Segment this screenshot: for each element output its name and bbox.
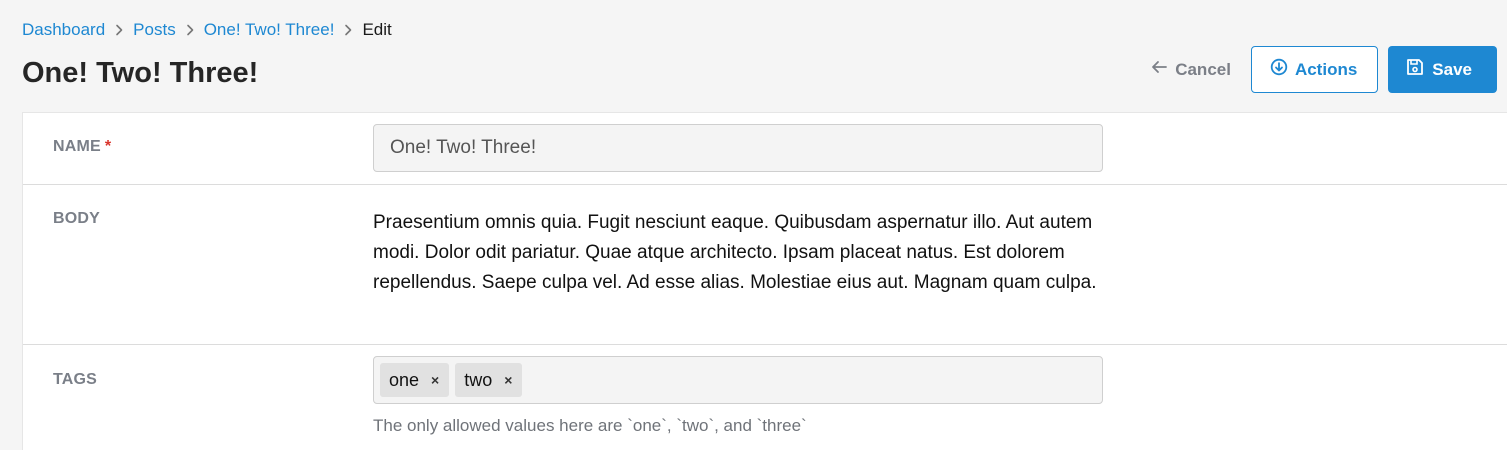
save-button[interactable]: Save xyxy=(1388,46,1497,93)
body-label: BODY xyxy=(53,210,101,227)
chevron-right-icon xyxy=(185,19,195,41)
remove-tag-icon[interactable]: × xyxy=(504,373,512,387)
tags-input[interactable]: one × two × xyxy=(373,356,1103,404)
save-button-label: Save xyxy=(1432,59,1472,79)
name-input[interactable] xyxy=(373,124,1103,172)
header-actions: Cancel Actions Save xyxy=(1142,46,1497,93)
edit-post-page: Dashboard Posts One! Two! Three! Edit On… xyxy=(0,0,1507,450)
form-row-tags: TAGS one × two × The only allowed values… xyxy=(23,345,1507,450)
form-row-name: NAME * xyxy=(23,113,1507,185)
arrow-left-icon xyxy=(1150,59,1168,80)
chevron-right-icon xyxy=(114,19,124,41)
tag-chip-label: one xyxy=(389,369,420,390)
tags-help-text: The only allowed values here are `one`, … xyxy=(373,416,807,435)
actions-button-label: Actions xyxy=(1294,59,1358,79)
actions-button[interactable]: Actions xyxy=(1250,46,1379,93)
tag-chip: one × xyxy=(380,363,450,397)
post-form: NAME* BODY Praesentium omnis quia. Fugit… xyxy=(22,112,1507,450)
body-textarea[interactable]: Praesentium omnis quia. Fugit nesciunt e… xyxy=(373,208,1103,298)
floppy-disk-icon xyxy=(1406,58,1424,81)
chevron-right-icon xyxy=(343,19,353,41)
form-row-body: BODY Praesentium omnis quia. Fugit nesci… xyxy=(23,185,1507,345)
circle-arrow-down-icon xyxy=(1270,58,1288,81)
breadcrumb-dashboard-link[interactable]: Dashboard xyxy=(22,19,105,41)
tag-chip-label: two xyxy=(464,369,493,390)
breadcrumb-current: Edit xyxy=(362,20,392,39)
cancel-button[interactable]: Cancel xyxy=(1142,47,1251,93)
name-label-text: NAME xyxy=(53,138,101,155)
remove-tag-icon[interactable]: × xyxy=(431,373,439,387)
page-title: One! Two! Three! xyxy=(22,57,259,89)
cancel-button-label: Cancel xyxy=(1175,59,1231,79)
breadcrumb: Dashboard Posts One! Two! Three! Edit xyxy=(22,19,392,41)
breadcrumb-post-link[interactable]: One! Two! Three! xyxy=(204,19,335,41)
required-marker: * xyxy=(104,138,112,155)
name-label: NAME * xyxy=(53,138,111,156)
tag-chip: two × xyxy=(455,363,523,397)
breadcrumb-posts-link[interactable]: Posts xyxy=(133,19,176,41)
tags-label: TAGS xyxy=(53,371,98,388)
